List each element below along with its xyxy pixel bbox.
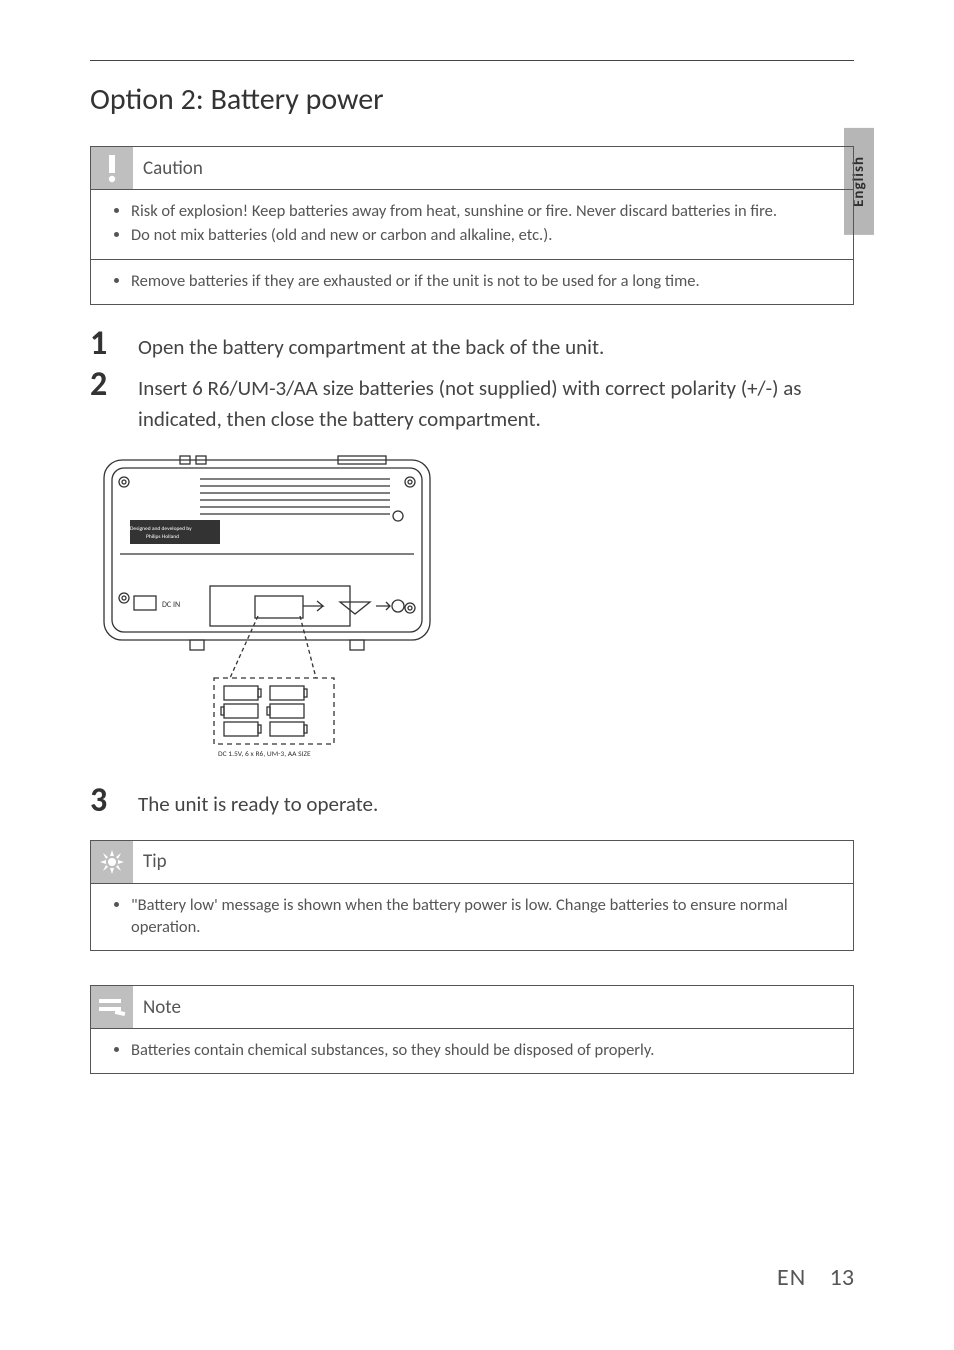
note-list: Batteries contain chemical substances, s… [131,1039,835,1061]
caution-list-a: Risk of explosion! Keep batteries away f… [131,200,835,247]
svg-text:Designed and developed by: Designed and developed by [130,526,192,532]
step-2: 2 Insert 6 R6/UM-3/AA size batteries (no… [90,368,854,434]
tip-list: "Battery low' message is shown when the … [131,894,835,939]
tip-icon [91,841,133,883]
svg-text:DC IN: DC IN [162,600,180,610]
section-title: Option 2: Battery power [90,81,854,118]
note-item: Batteries contain chemical substances, s… [131,1039,835,1061]
note-box: Note Batteries contain chemical substanc… [90,985,854,1074]
svg-text:Philips Holland: Philips Holland [146,534,179,540]
caution-item: Risk of explosion! Keep batteries away f… [131,200,835,222]
step-text: Insert 6 R6/UM-3/AA size batteries (not … [138,373,854,434]
top-rule [90,60,854,61]
step-text: Open the battery compartment at the back… [138,332,604,362]
footer-page: 13 [830,1263,854,1292]
illustration-caption: DC 1.5V, 6 x R6, UM-3, AA SIZE [218,750,311,759]
tip-box: Tip "Battery low' message is shown when … [90,840,854,952]
tip-label: Tip [133,850,167,873]
caution-icon [91,147,133,189]
step-number: 3 [90,784,138,818]
steps-1-2: 1 Open the battery compartment at the ba… [90,327,854,434]
caution-item: Remove batteries if they are exhausted o… [131,270,835,292]
caution-label: Caution [133,157,203,180]
caution-list-b: Remove batteries if they are exhausted o… [131,270,835,292]
step-text: The unit is ready to operate. [138,789,378,819]
battery-illustration: DC IN [90,446,854,766]
caution-header: Caution [91,147,853,190]
step-number: 1 [90,327,138,361]
step-1: 1 Open the battery compartment at the ba… [90,327,854,362]
page-footer: EN 13 [777,1263,854,1292]
footer-lang: EN [777,1263,806,1292]
steps-3: 3 The unit is ready to operate. [90,784,854,819]
step-number: 2 [90,368,138,402]
note-header: Note [91,986,853,1029]
caution-item: Do not mix batteries (old and new or car… [131,224,835,246]
tip-item: "Battery low' message is shown when the … [131,894,835,939]
caution-box: Caution Risk of explosion! Keep batterie… [90,146,854,305]
note-icon [91,986,133,1028]
note-label: Note [133,996,181,1019]
tip-header: Tip [91,841,853,884]
step-3: 3 The unit is ready to operate. [90,784,854,819]
